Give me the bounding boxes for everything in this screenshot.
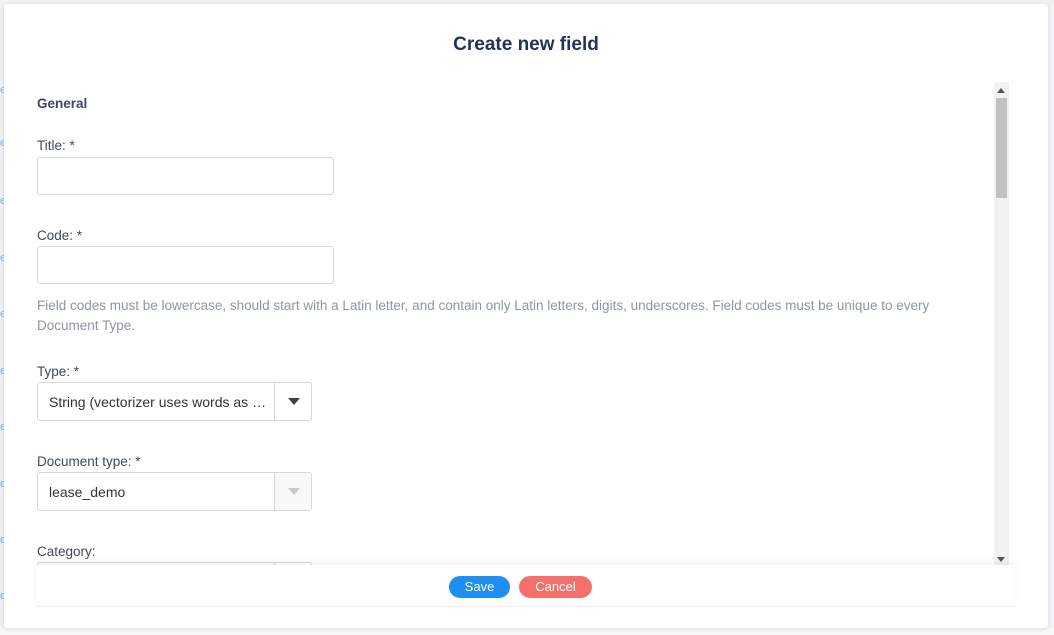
document-type-select-value: lease_demo bbox=[49, 484, 126, 500]
title-label: Title: * bbox=[37, 138, 75, 153]
code-input[interactable] bbox=[37, 246, 334, 284]
scrollbar-thumb[interactable] bbox=[996, 98, 1007, 198]
scroll-up-icon[interactable] bbox=[997, 88, 1005, 93]
modal-footer: Save Cancel bbox=[36, 565, 1015, 607]
category-label: Category: bbox=[37, 544, 96, 559]
modal-body: General Title: * Code: * Field codes mus… bbox=[37, 82, 977, 568]
caret-down-icon bbox=[288, 488, 300, 495]
type-select-toggle[interactable] bbox=[274, 383, 311, 420]
save-button[interactable]: Save bbox=[449, 576, 510, 598]
section-heading-general: General bbox=[37, 96, 88, 111]
modal-scrollbar[interactable] bbox=[994, 82, 1009, 568]
type-select[interactable]: String (vectorizer uses words as … bbox=[37, 382, 312, 421]
code-help-text: Field codes must be lowercase, should st… bbox=[37, 298, 930, 333]
scroll-down-icon[interactable] bbox=[997, 557, 1005, 562]
caret-down-icon bbox=[288, 398, 300, 405]
cancel-button[interactable]: Cancel bbox=[519, 576, 592, 598]
document-type-label: Document type: * bbox=[37, 454, 141, 469]
type-select-value: String (vectorizer uses words as … bbox=[49, 394, 267, 410]
document-type-select-toggle[interactable] bbox=[274, 473, 311, 510]
type-label: Type: * bbox=[37, 364, 80, 379]
create-field-modal: Create new field General Title: * Code: … bbox=[4, 4, 1048, 628]
background-table-strip bbox=[0, 628, 1054, 635]
code-label: Code: * bbox=[37, 228, 83, 243]
document-type-select[interactable]: lease_demo bbox=[37, 472, 312, 511]
title-input[interactable] bbox=[37, 157, 334, 195]
modal-title: Create new field bbox=[453, 34, 599, 55]
